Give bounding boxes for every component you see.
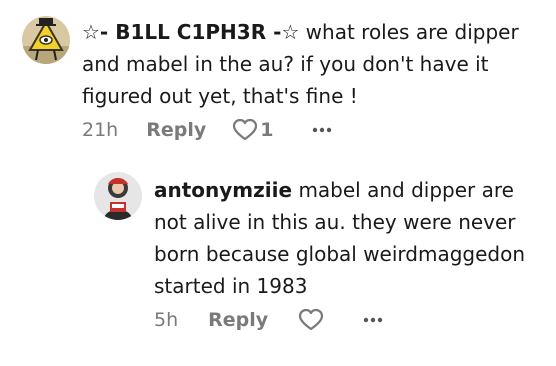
bill-cipher-avatar-icon — [22, 16, 70, 64]
comment-1-time: 21h — [82, 119, 119, 141]
comment-1-reply-button[interactable]: Reply — [146, 119, 206, 141]
comment-1-author[interactable]: ☆- B1LL C1PH3R -☆ — [82, 20, 299, 44]
comment-2-reply-button[interactable]: Reply — [208, 309, 268, 331]
comment-2-time: 5h — [154, 309, 179, 331]
comment-1-like-button[interactable]: 1 — [232, 118, 273, 142]
comment-1-more-button[interactable] — [311, 126, 333, 134]
heart-icon — [233, 118, 258, 141]
comment-2-more-button[interactable] — [362, 316, 384, 324]
comment-2-author[interactable]: antonymziie — [154, 178, 292, 202]
more-icon — [313, 127, 332, 133]
heart-icon — [299, 308, 324, 331]
comment-2-avatar[interactable] — [94, 172, 142, 220]
comment-2-actions: 5h Reply — [154, 308, 384, 332]
comment-2-like-button[interactable] — [298, 308, 324, 332]
comment-1-avatar[interactable] — [22, 16, 70, 64]
user-avatar-icon — [94, 172, 142, 220]
comment-1-like-count: 1 — [260, 119, 274, 141]
more-icon — [363, 317, 383, 323]
comment-2-body: antonymziie mabel and dipper are not ali… — [154, 174, 539, 302]
comment-1-body: ☆- B1LL C1PH3R -☆ what roles are dipper … — [82, 16, 537, 112]
comment-1-actions: 21h Reply 1 — [82, 118, 333, 142]
